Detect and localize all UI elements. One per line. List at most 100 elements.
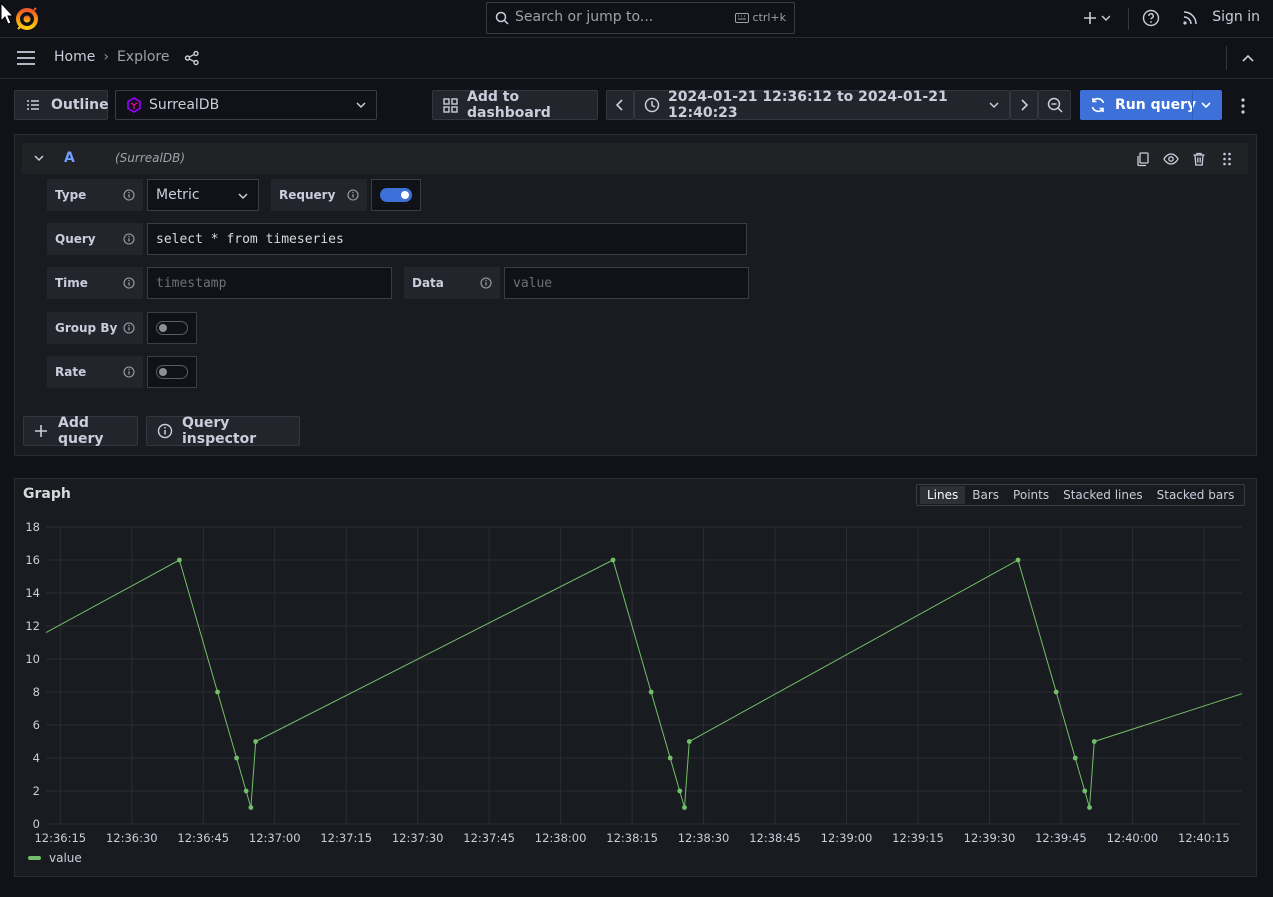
time-shift-back-button[interactable] (606, 90, 634, 120)
graph-mode-stacked-lines[interactable]: Stacked lines (1056, 486, 1150, 504)
y-tick-label: 2 (33, 784, 40, 798)
info-icon[interactable] (123, 189, 135, 201)
help-icon[interactable] (1142, 9, 1160, 27)
graph-chart[interactable]: 0 2 4 6 8 10 12 14 16 18 12:36:15 12:36:30 12:36:45 1… (14, 510, 1257, 850)
query-row-actions (1135, 151, 1235, 167)
x-tick-label: 12:39:00 (821, 831, 873, 845)
chevron-down-icon[interactable] (1201, 101, 1211, 109)
zoom-out-icon (1047, 97, 1063, 113)
outline-button[interactable]: Outline (14, 90, 109, 120)
keyboard-shortcut: ctrl+k (735, 11, 786, 24)
legend-item-value[interactable]: value (49, 851, 82, 865)
data-field-input[interactable]: value (504, 267, 749, 299)
graph-mode-bars[interactable]: Bars (965, 486, 1006, 504)
breadcrumb: Home › Explore (54, 49, 170, 65)
graph-mode-points[interactable]: Points (1006, 486, 1056, 504)
drag-handle-icon[interactable] (1219, 151, 1235, 167)
outline-label: Outline (51, 97, 109, 113)
time-field-input[interactable]: timestamp (147, 267, 392, 299)
collapse-chevron-up-icon[interactable] (1241, 53, 1255, 63)
time-shift-forward-button[interactable] (1010, 90, 1038, 120)
rate-toggle[interactable] (156, 365, 188, 379)
x-tick-label: 12:37:00 (249, 831, 301, 845)
y-tick-label: 8 (33, 685, 40, 699)
query-inspector-button[interactable]: Query inspector (146, 415, 300, 447)
data-point (1091, 739, 1097, 744)
x-tick-label: 12:39:15 (892, 831, 944, 845)
data-point (1072, 755, 1078, 761)
add-query-button[interactable]: Add query (23, 415, 138, 447)
time-label-text: Time (55, 276, 88, 290)
data-point (215, 689, 220, 695)
type-label: Type (47, 179, 143, 211)
sign-in-link[interactable]: Sign in (1212, 9, 1260, 25)
y-tick-label: 6 (33, 718, 40, 732)
chevron-down-icon (238, 192, 248, 200)
rate-label: Rate (47, 356, 143, 388)
query-ref-id[interactable]: A (64, 150, 75, 166)
data-point (234, 755, 239, 761)
delete-query-trash-icon[interactable] (1191, 151, 1207, 167)
clock-icon (644, 97, 660, 113)
run-query-button[interactable]: Run query (1080, 90, 1222, 120)
y-tick-label: 10 (25, 652, 40, 666)
info-icon[interactable] (123, 366, 135, 378)
add-to-dashboard-button[interactable]: Add to dashboard (432, 89, 598, 121)
info-circle-icon (157, 423, 173, 439)
grafana-logo-icon[interactable] (15, 7, 39, 31)
type-label-text: Type (55, 188, 87, 202)
shortcut-label: ctrl+k (752, 11, 786, 24)
type-select[interactable]: Metric (147, 179, 259, 211)
breadcrumb-home[interactable]: Home (54, 49, 95, 65)
group-by-label: Group By (47, 312, 143, 344)
datasource-picker[interactable]: SurrealDB (115, 90, 377, 120)
more-options-kebab-icon[interactable] (1239, 97, 1247, 115)
requery-toggle[interactable] (380, 188, 412, 202)
refresh-icon (1090, 97, 1106, 113)
data-label: Data (404, 267, 500, 299)
time-range-label: 2024-01-21 12:36:12 to 2024-01-21 12:40:… (668, 89, 948, 121)
data-point (1015, 557, 1021, 563)
hide-query-eye-icon[interactable] (1163, 151, 1179, 167)
info-icon[interactable] (480, 277, 492, 289)
query-input[interactable]: select * from timeseries (147, 223, 747, 255)
query-label-text: Query (55, 232, 96, 246)
time-label: Time (47, 267, 143, 299)
divider (1226, 46, 1227, 70)
y-tick-label: 12 (25, 619, 40, 633)
collapse-chevron-down-icon[interactable] (34, 154, 44, 162)
data-point (667, 755, 673, 761)
news-rss-icon[interactable] (1182, 10, 1198, 26)
info-icon[interactable] (123, 233, 135, 245)
divider (1192, 91, 1193, 119)
x-tick-label: 12:38:15 (606, 831, 658, 845)
graph-mode-lines[interactable]: Lines (920, 486, 966, 504)
dashboard-grid-icon (443, 97, 458, 113)
query-row-header[interactable] (22, 143, 1248, 174)
keyboard-icon (735, 12, 750, 23)
zoom-out-button[interactable] (1038, 90, 1071, 120)
info-icon[interactable] (347, 189, 359, 201)
requery-toggle-box (371, 179, 421, 211)
share-icon[interactable] (184, 50, 200, 66)
time-range-picker[interactable]: 2024-01-21 12:36:12 to 2024-01-21 12:40:… (634, 89, 1010, 121)
graph-mode-stacked-bars[interactable]: Stacked bars (1150, 486, 1242, 504)
y-tick-label: 16 (25, 553, 40, 567)
duplicate-query-icon[interactable] (1135, 151, 1151, 167)
rate-label-text: Rate (55, 365, 87, 379)
query-datasource-tag: (SurrealDB) (115, 151, 185, 165)
info-icon[interactable] (123, 322, 135, 334)
surrealdb-icon (127, 97, 141, 113)
x-tick-label: 12:39:45 (1035, 831, 1087, 845)
search-input[interactable]: Search or jump to... ctrl+k (486, 2, 795, 34)
info-icon[interactable] (123, 277, 135, 289)
x-tick-label: 12:38:00 (535, 831, 587, 845)
query-label: Query (47, 223, 143, 255)
new-plus-icon[interactable] (1082, 10, 1110, 26)
menu-hamburger-icon[interactable] (16, 50, 36, 66)
chevron-right-icon (1021, 99, 1028, 111)
group-by-toggle[interactable] (156, 321, 188, 335)
x-tick-label: 12:40:15 (1178, 831, 1230, 845)
chevron-down-icon (356, 101, 366, 109)
mouse-cursor-icon (0, 2, 14, 26)
